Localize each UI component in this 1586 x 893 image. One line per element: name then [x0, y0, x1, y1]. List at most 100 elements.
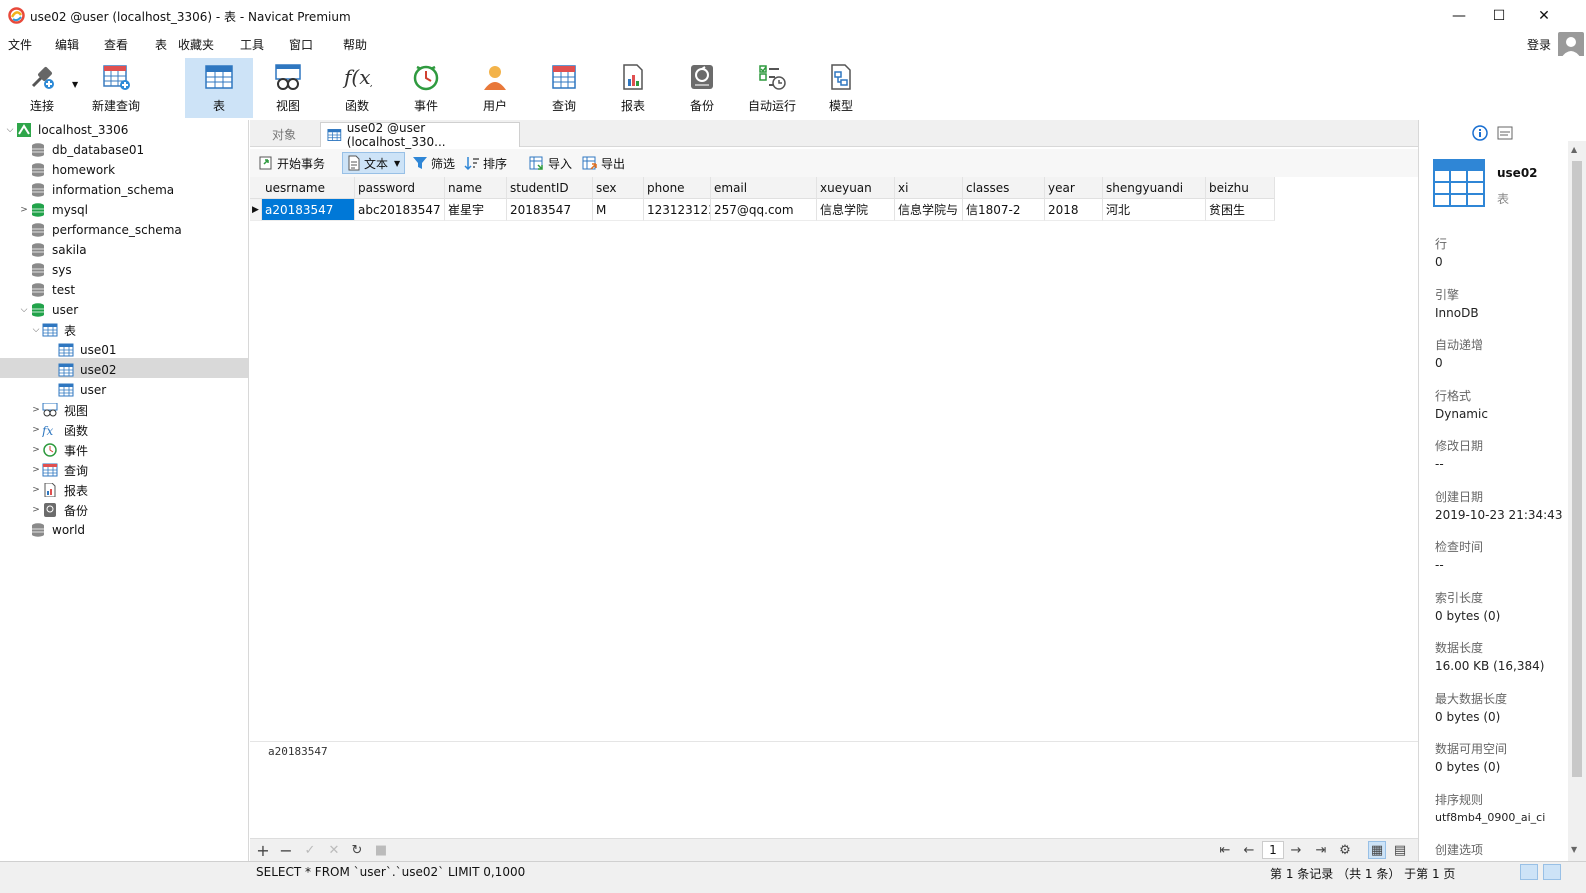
table-cell[interactable]: 2018 [1045, 199, 1103, 221]
form-view-icon[interactable]: ▤ [1391, 841, 1409, 859]
column-header[interactable]: password [355, 177, 445, 199]
tree-views-group[interactable]: > 视图 [30, 400, 88, 420]
scroll-down-icon[interactable]: ▼ [1571, 845, 1577, 854]
table-cell[interactable]: abc20183547 [355, 199, 445, 221]
tab-objects[interactable]: 对象 [266, 122, 302, 147]
tree-db-item[interactable]: world [18, 520, 85, 540]
model-button[interactable]: 模型 [807, 58, 875, 118]
tab-use02[interactable]: use02 @user (localhost_330... [320, 121, 520, 149]
table-button[interactable]: 表 [185, 58, 253, 118]
column-header[interactable]: beizhu [1206, 177, 1275, 199]
tree-db-item[interactable]: db_database01 [18, 140, 144, 160]
export-button[interactable]: 导出 [578, 152, 629, 174]
chevron-right-icon[interactable]: > [30, 445, 42, 455]
menu-edit[interactable]: 编辑 [55, 36, 79, 53]
tree-reports-group[interactable]: > 报表 [30, 480, 88, 500]
menu-window[interactable]: 窗口 [289, 36, 313, 53]
tree-connection[interactable]: ⌵ localhost_3306 [4, 120, 128, 140]
column-header[interactable]: shengyuandi [1103, 177, 1206, 199]
column-header[interactable]: studentID [507, 177, 593, 199]
menu-help[interactable]: 帮助 [343, 36, 367, 53]
chevron-right-icon[interactable]: > [30, 485, 42, 495]
tree-table-item[interactable]: use02 [46, 360, 117, 380]
tree-db-item[interactable]: homework [18, 160, 115, 180]
event-button[interactable]: 事件 [392, 58, 460, 118]
tree-events-group[interactable]: > 事件 [30, 440, 88, 460]
menu-favorites[interactable]: 收藏夹 [178, 36, 214, 53]
table-cell[interactable]: a20183547 [262, 199, 355, 221]
delete-record-icon[interactable]: − [277, 841, 295, 860]
table-cell[interactable]: 贫困生 [1206, 199, 1275, 221]
last-page-icon[interactable]: ⇥ [1312, 841, 1330, 859]
maximize-button[interactable]: ☐ [1476, 0, 1522, 31]
row-indicator-icon[interactable]: ▶ [250, 199, 262, 221]
tree-backups-group[interactable]: > 备份 [30, 500, 88, 520]
apply-changes-icon[interactable]: ✓ [301, 841, 319, 859]
tree-tables-group[interactable]: ⌵ 表 [30, 320, 76, 340]
chevron-right-icon[interactable]: > [18, 205, 30, 215]
tree-db-item[interactable]: ⌵ user [18, 300, 79, 320]
chevron-down-icon[interactable]: ⌵ [18, 305, 30, 315]
chevron-right-icon[interactable]: > [30, 505, 42, 515]
toggle-left-panel-icon[interactable] [1520, 864, 1538, 880]
query-button[interactable]: 查询 [530, 58, 598, 118]
refresh-icon[interactable]: ↻ [348, 841, 366, 859]
new-query-button[interactable]: 新建查询 [82, 58, 150, 118]
tree-table-item[interactable]: user [46, 380, 106, 400]
table-cell[interactable]: 河北 [1103, 199, 1206, 221]
table-cell[interactable]: 123123123 [644, 199, 711, 221]
column-header[interactable]: phone [644, 177, 711, 199]
add-record-icon[interactable]: + [254, 841, 272, 860]
table-cell[interactable]: 信息学院与 [895, 199, 963, 221]
connect-button[interactable]: 连接 [8, 58, 76, 118]
user-avatar-icon[interactable] [1558, 32, 1584, 58]
chevron-down-icon[interactable]: ⌵ [30, 325, 42, 335]
tree-db-item[interactable]: test [18, 280, 75, 300]
toggle-right-panel-icon[interactable] [1543, 864, 1561, 880]
filter-button[interactable]: 筛选 [408, 152, 459, 174]
chevron-right-icon[interactable]: > [30, 405, 42, 415]
tree-functions-group[interactable]: > fx 函数 [30, 420, 88, 440]
column-header[interactable]: year [1045, 177, 1103, 199]
info-icon[interactable] [1472, 125, 1488, 141]
next-page-icon[interactable]: → [1287, 841, 1305, 859]
report-button[interactable]: 报表 [599, 58, 667, 118]
stop-icon[interactable]: ■ [372, 841, 390, 859]
table-cell[interactable]: 257@qq.com [711, 199, 817, 221]
menu-file[interactable]: 文件 [8, 36, 32, 53]
sort-button[interactable]: 排序 [460, 152, 511, 174]
view-button[interactable]: 视图 [254, 58, 322, 118]
table-cell[interactable]: 信1807-2 [963, 199, 1045, 221]
function-button[interactable]: f(x) 函数 [323, 58, 391, 118]
panel-scrollbar[interactable]: ▲ ▼ [1568, 141, 1586, 861]
column-header[interactable]: xueyuan [817, 177, 895, 199]
scrollbar-thumb[interactable] [1572, 161, 1582, 777]
value-preview-pane[interactable]: a20183547 [250, 741, 1418, 838]
tree-db-item[interactable]: performance_schema [18, 220, 182, 240]
menu-table[interactable]: 表 [155, 36, 167, 53]
column-header[interactable]: uesrname [262, 177, 355, 199]
scroll-up-icon[interactable]: ▲ [1571, 145, 1577, 154]
menu-tools[interactable]: 工具 [240, 36, 264, 53]
chevron-right-icon[interactable]: > [30, 465, 42, 475]
connect-dropdown-icon[interactable]: ▼ [72, 80, 78, 89]
menu-view[interactable]: 查看 [104, 36, 128, 53]
column-header[interactable]: sex [593, 177, 644, 199]
gear-icon[interactable]: ⚙ [1336, 841, 1354, 859]
table-cell[interactable]: 信息学院 [817, 199, 895, 221]
table-cell[interactable]: 20183547 [507, 199, 593, 221]
previous-page-icon[interactable]: ← [1240, 841, 1258, 859]
tree-db-item[interactable]: sys [18, 260, 72, 280]
user-button[interactable]: 用户 [461, 58, 529, 118]
tree-db-item[interactable]: sakila [18, 240, 87, 260]
table-cell[interactable]: 崔星宇 [445, 199, 507, 221]
tree-db-item[interactable]: > mysql [18, 200, 88, 220]
import-button[interactable]: 导入 [525, 152, 576, 174]
begin-transaction-button[interactable]: 开始事务 [254, 152, 329, 174]
chevron-down-icon[interactable]: ⌵ [4, 125, 16, 135]
column-header[interactable]: name [445, 177, 507, 199]
chevron-down-icon[interactable]: ▼ [394, 159, 400, 168]
chevron-right-icon[interactable]: > [30, 425, 42, 435]
column-header[interactable]: xi [895, 177, 963, 199]
tree-db-item[interactable]: information_schema [18, 180, 174, 200]
